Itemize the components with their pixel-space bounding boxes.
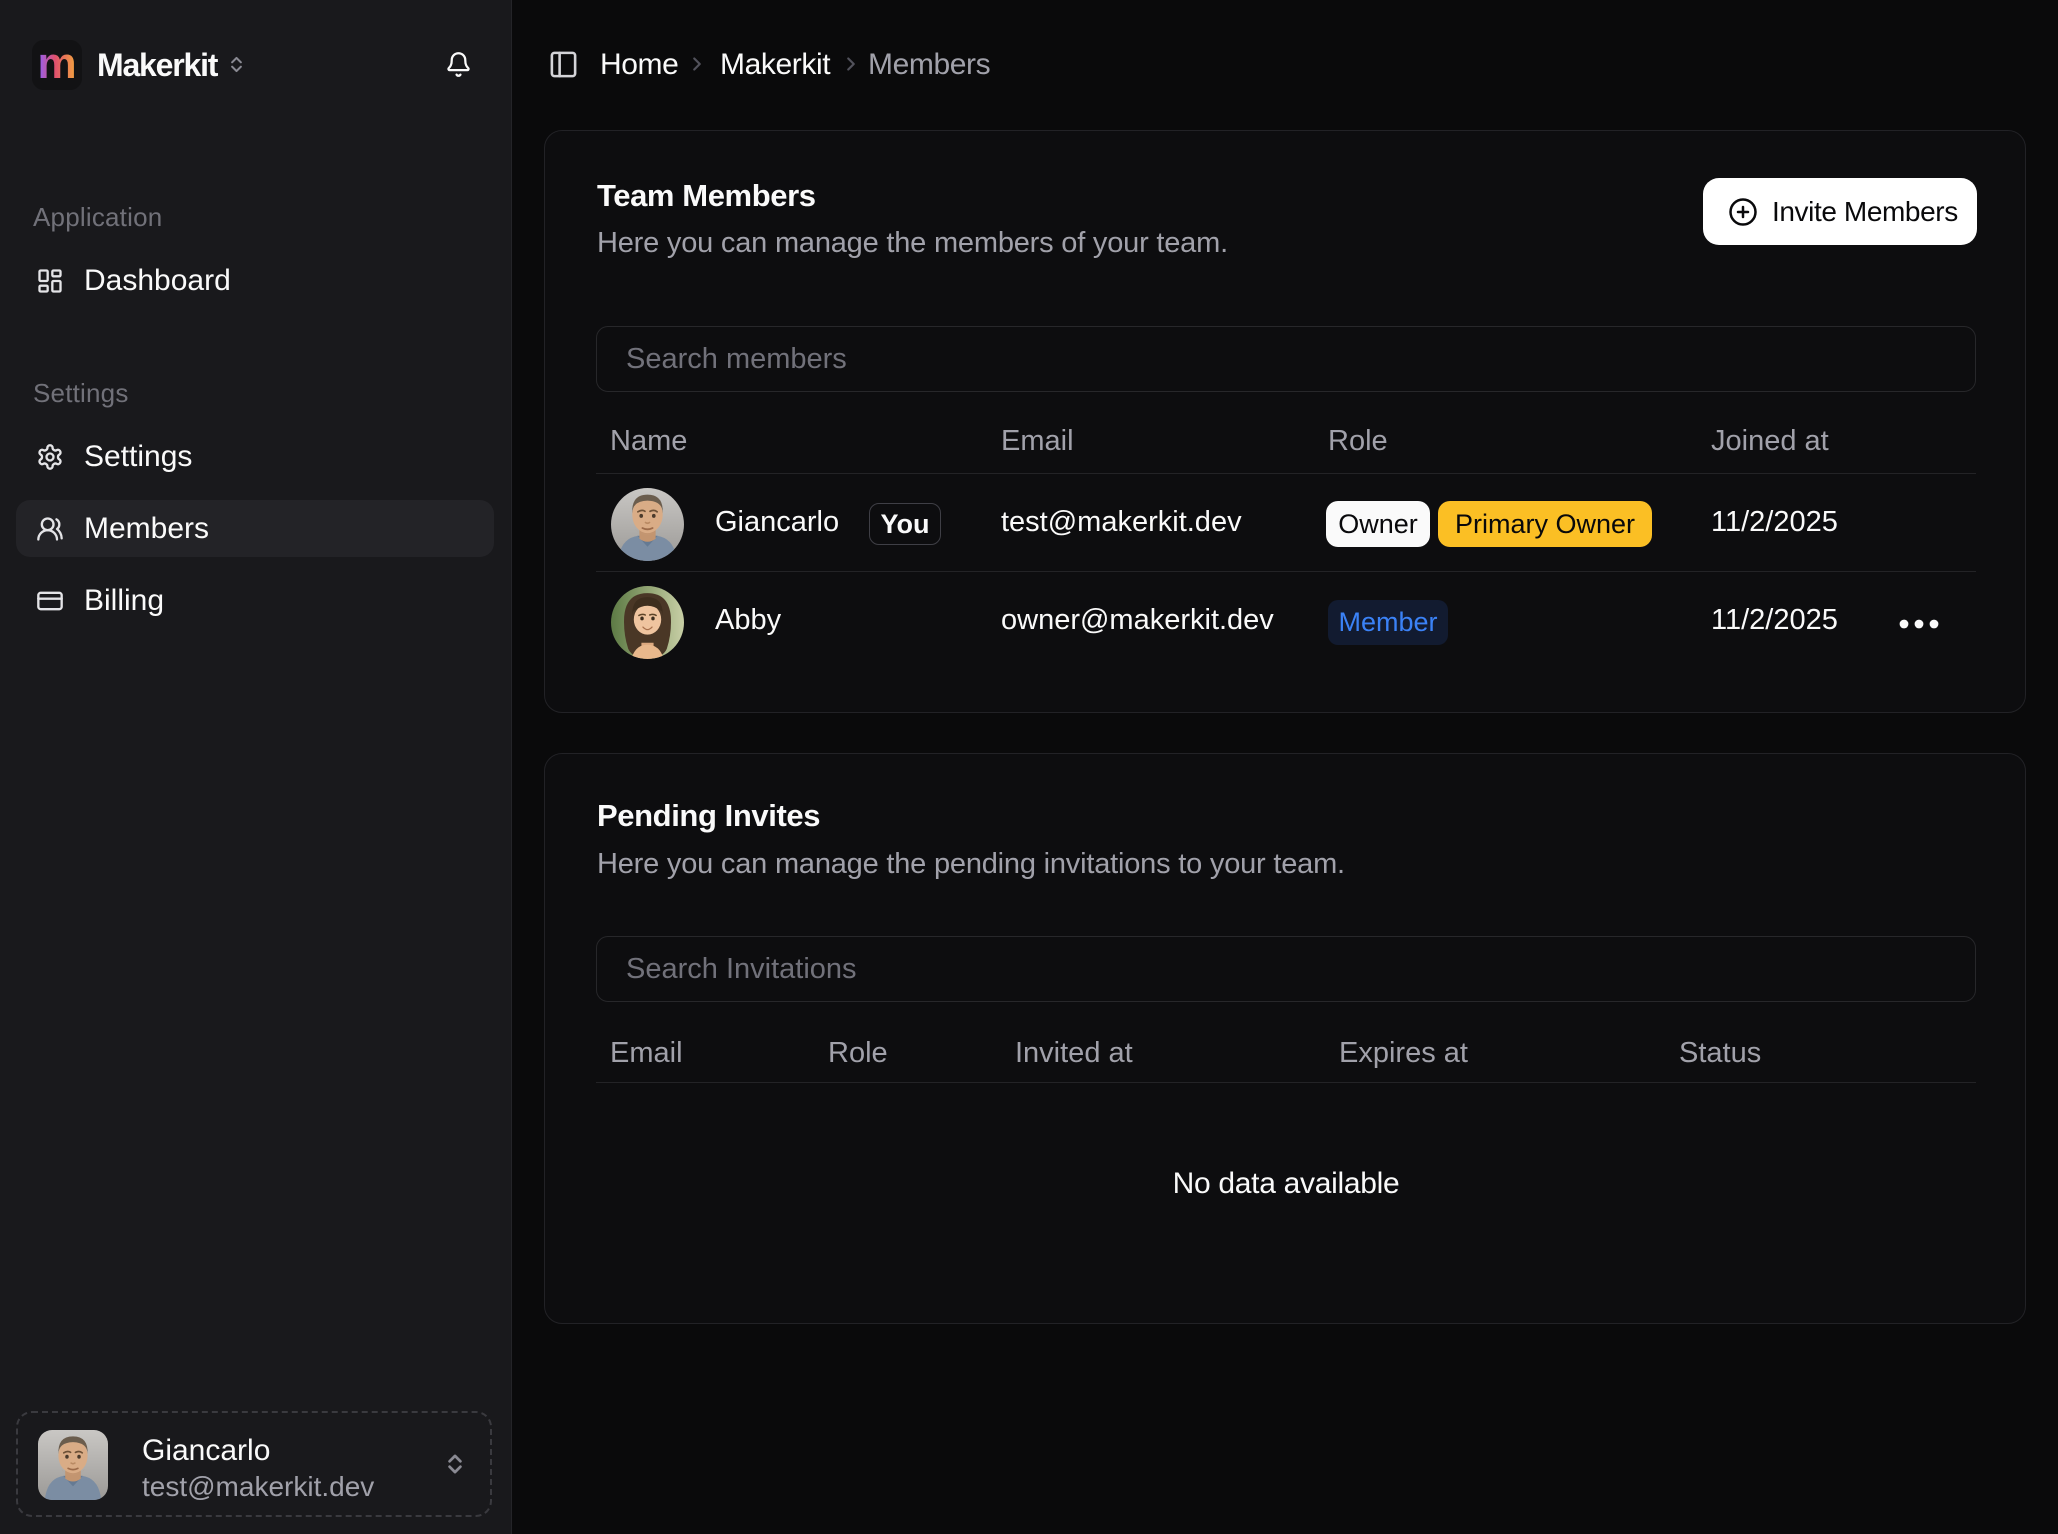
svg-text:m: m bbox=[37, 40, 76, 88]
